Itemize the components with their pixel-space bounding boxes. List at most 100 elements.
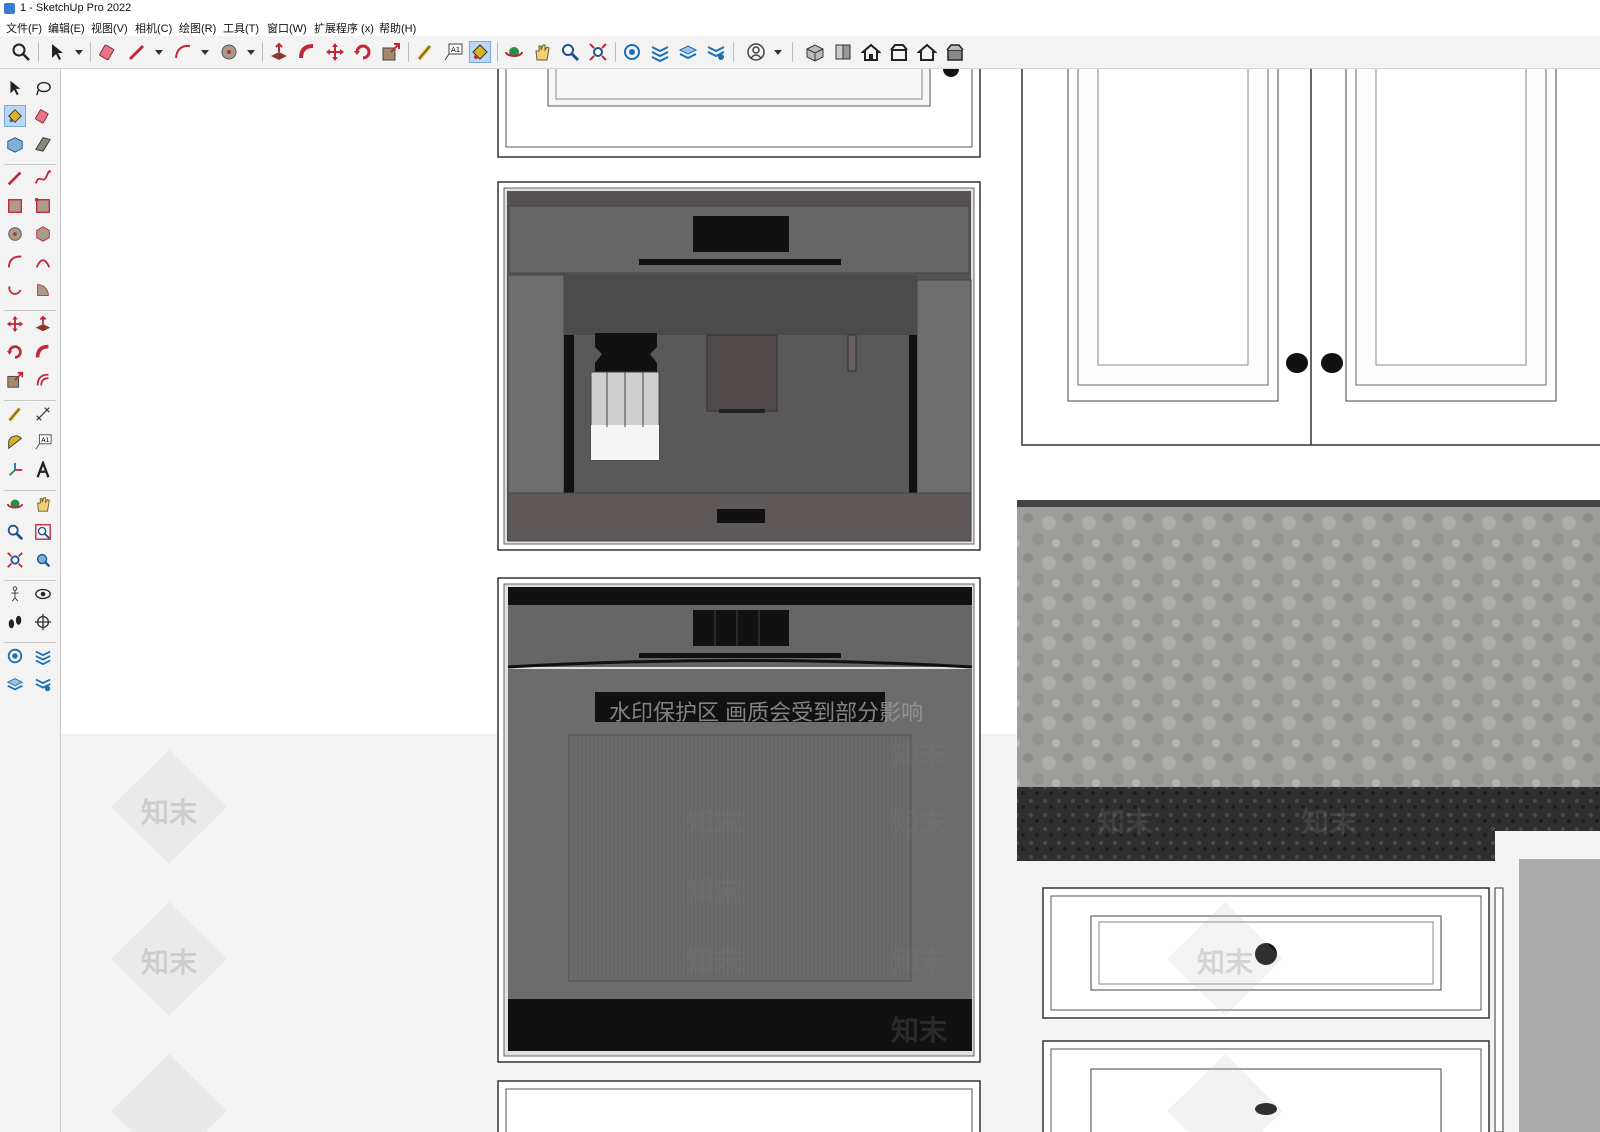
zoom-icon[interactable] bbox=[10, 41, 32, 63]
freehand-icon[interactable] bbox=[32, 167, 54, 189]
arc-icon[interactable] bbox=[172, 41, 194, 63]
sidebar-separator bbox=[4, 642, 56, 643]
menu-help[interactable]: 帮助(H) bbox=[379, 20, 416, 36]
zoom-window-icon[interactable] bbox=[32, 521, 54, 543]
position-camera-icon[interactable] bbox=[4, 583, 26, 605]
follow-me-icon[interactable] bbox=[296, 41, 318, 63]
watermark-tile: 知末 bbox=[1197, 947, 1254, 978]
line-icon[interactable] bbox=[126, 41, 148, 63]
tape-measure-icon[interactable] bbox=[4, 403, 26, 425]
menu-bar: 文件(F) 编辑(E) 视图(V) 相机(C) 绘图(R) 工具(T) 窗口(W… bbox=[0, 18, 1600, 36]
rotated-rectangle-icon[interactable] bbox=[32, 195, 54, 217]
move-icon[interactable] bbox=[324, 41, 346, 63]
arc-dropdown-icon[interactable] bbox=[201, 50, 209, 55]
menu-window[interactable]: 窗口(W) bbox=[267, 20, 307, 36]
extension-warehouse-icon[interactable] bbox=[649, 41, 671, 63]
section-plane-icon[interactable] bbox=[32, 611, 54, 633]
eraser-icon[interactable] bbox=[32, 105, 54, 127]
select-icon[interactable] bbox=[46, 41, 68, 63]
zoom-extents-icon[interactable] bbox=[587, 41, 609, 63]
menu-extensions[interactable]: 扩展程序 (x) bbox=[314, 20, 374, 36]
zoom-window-icon[interactable] bbox=[559, 41, 581, 63]
line-icon[interactable] bbox=[4, 167, 26, 189]
protractor-icon[interactable] bbox=[4, 431, 26, 453]
iso-view-icon[interactable] bbox=[804, 41, 826, 63]
account-icon[interactable] bbox=[745, 41, 767, 63]
watermark-tile: 知末 bbox=[891, 739, 948, 770]
scale-icon[interactable] bbox=[4, 369, 26, 391]
previous-view-icon[interactable] bbox=[32, 549, 54, 571]
select-dropdown-icon[interactable] bbox=[75, 50, 83, 55]
toolbar-separator bbox=[408, 42, 409, 62]
scale-icon[interactable] bbox=[380, 41, 402, 63]
title-bar: 1 - SketchUp Pro 2022 bbox=[0, 0, 1600, 18]
layout-icon[interactable] bbox=[4, 673, 26, 695]
account-dropdown-icon[interactable] bbox=[774, 50, 782, 55]
sidebar-separator bbox=[4, 490, 56, 491]
follow-me-icon[interactable] bbox=[32, 341, 54, 363]
warehouse-icon[interactable] bbox=[621, 41, 643, 63]
top-view-icon[interactable] bbox=[832, 41, 854, 63]
watermark-tile: 知末 bbox=[686, 875, 743, 906]
push-pull-icon[interactable] bbox=[32, 313, 54, 335]
toolbar-separator bbox=[262, 42, 263, 62]
make-component-icon[interactable] bbox=[4, 133, 26, 155]
orbit-icon[interactable] bbox=[503, 41, 525, 63]
look-around-icon[interactable] bbox=[32, 583, 54, 605]
offset-icon[interactable] bbox=[32, 369, 54, 391]
two-point-arc-icon[interactable] bbox=[32, 251, 54, 273]
3d-text-icon[interactable] bbox=[32, 459, 54, 481]
move-icon[interactable] bbox=[4, 313, 26, 335]
three-point-arc-icon[interactable] bbox=[4, 279, 26, 301]
menu-view[interactable]: 视图(V) bbox=[91, 20, 128, 36]
orbit-icon[interactable] bbox=[4, 493, 26, 515]
eraser-icon[interactable] bbox=[97, 41, 119, 63]
menu-edit[interactable]: 编辑(E) bbox=[48, 20, 85, 36]
arc-icon[interactable] bbox=[4, 251, 26, 273]
menu-camera[interactable]: 相机(C) bbox=[135, 20, 172, 36]
menu-draw[interactable]: 绘图(R) bbox=[179, 20, 216, 36]
menu-tools[interactable]: 工具(T) bbox=[223, 20, 259, 36]
circle-icon[interactable] bbox=[218, 41, 240, 63]
lasso-select-icon[interactable] bbox=[32, 77, 54, 99]
toolbar-separator bbox=[792, 42, 793, 62]
menu-file[interactable]: 文件(F) bbox=[6, 20, 42, 36]
extension-warehouse-icon[interactable] bbox=[32, 645, 54, 667]
zoom-extents-icon[interactable] bbox=[4, 549, 26, 571]
warehouse-icon[interactable] bbox=[4, 645, 26, 667]
circle-dropdown-icon[interactable] bbox=[247, 50, 255, 55]
watermark-tile: 知末 bbox=[686, 807, 743, 838]
back-view-icon[interactable] bbox=[916, 41, 938, 63]
model-viewport[interactable]: 水印保护区 画质会受到部分影响 知末 知末 知末 知末 知末 知末 知末 知末 … bbox=[61, 69, 1600, 1132]
base-cabinet-drawers bbox=[1042, 887, 1504, 1132]
paint-bucket-icon[interactable] bbox=[4, 105, 26, 127]
line-dropdown-icon[interactable] bbox=[155, 50, 163, 55]
polygon-icon[interactable] bbox=[32, 223, 54, 245]
text-icon[interactable]: A1 bbox=[32, 431, 54, 453]
sidebar-separator bbox=[4, 164, 56, 165]
rectangle-icon[interactable] bbox=[4, 195, 26, 217]
select-icon[interactable] bbox=[4, 77, 26, 99]
rotate-icon[interactable] bbox=[4, 341, 26, 363]
pie-icon[interactable] bbox=[32, 279, 54, 301]
right-view-icon[interactable] bbox=[888, 41, 910, 63]
tag-icon[interactable] bbox=[32, 133, 54, 155]
circle-icon[interactable] bbox=[4, 223, 26, 245]
pan-icon[interactable] bbox=[531, 41, 553, 63]
walk-icon[interactable] bbox=[4, 611, 26, 633]
style-icon[interactable] bbox=[705, 41, 727, 63]
paint-bucket-icon[interactable] bbox=[469, 41, 491, 63]
pan-icon[interactable] bbox=[32, 493, 54, 515]
style-icon[interactable] bbox=[32, 673, 54, 695]
svg-text:A1: A1 bbox=[451, 46, 460, 54]
push-pull-icon[interactable] bbox=[268, 41, 290, 63]
front-view-icon[interactable] bbox=[860, 41, 882, 63]
layout-icon[interactable] bbox=[677, 41, 699, 63]
left-view-icon[interactable] bbox=[944, 41, 966, 63]
rotate-icon[interactable] bbox=[352, 41, 374, 63]
axes-icon[interactable] bbox=[4, 459, 26, 481]
dimension-icon[interactable] bbox=[32, 403, 54, 425]
tape-measure-icon[interactable] bbox=[414, 41, 436, 63]
text-icon[interactable]: A1 bbox=[442, 41, 464, 63]
zoom-icon[interactable] bbox=[4, 521, 26, 543]
